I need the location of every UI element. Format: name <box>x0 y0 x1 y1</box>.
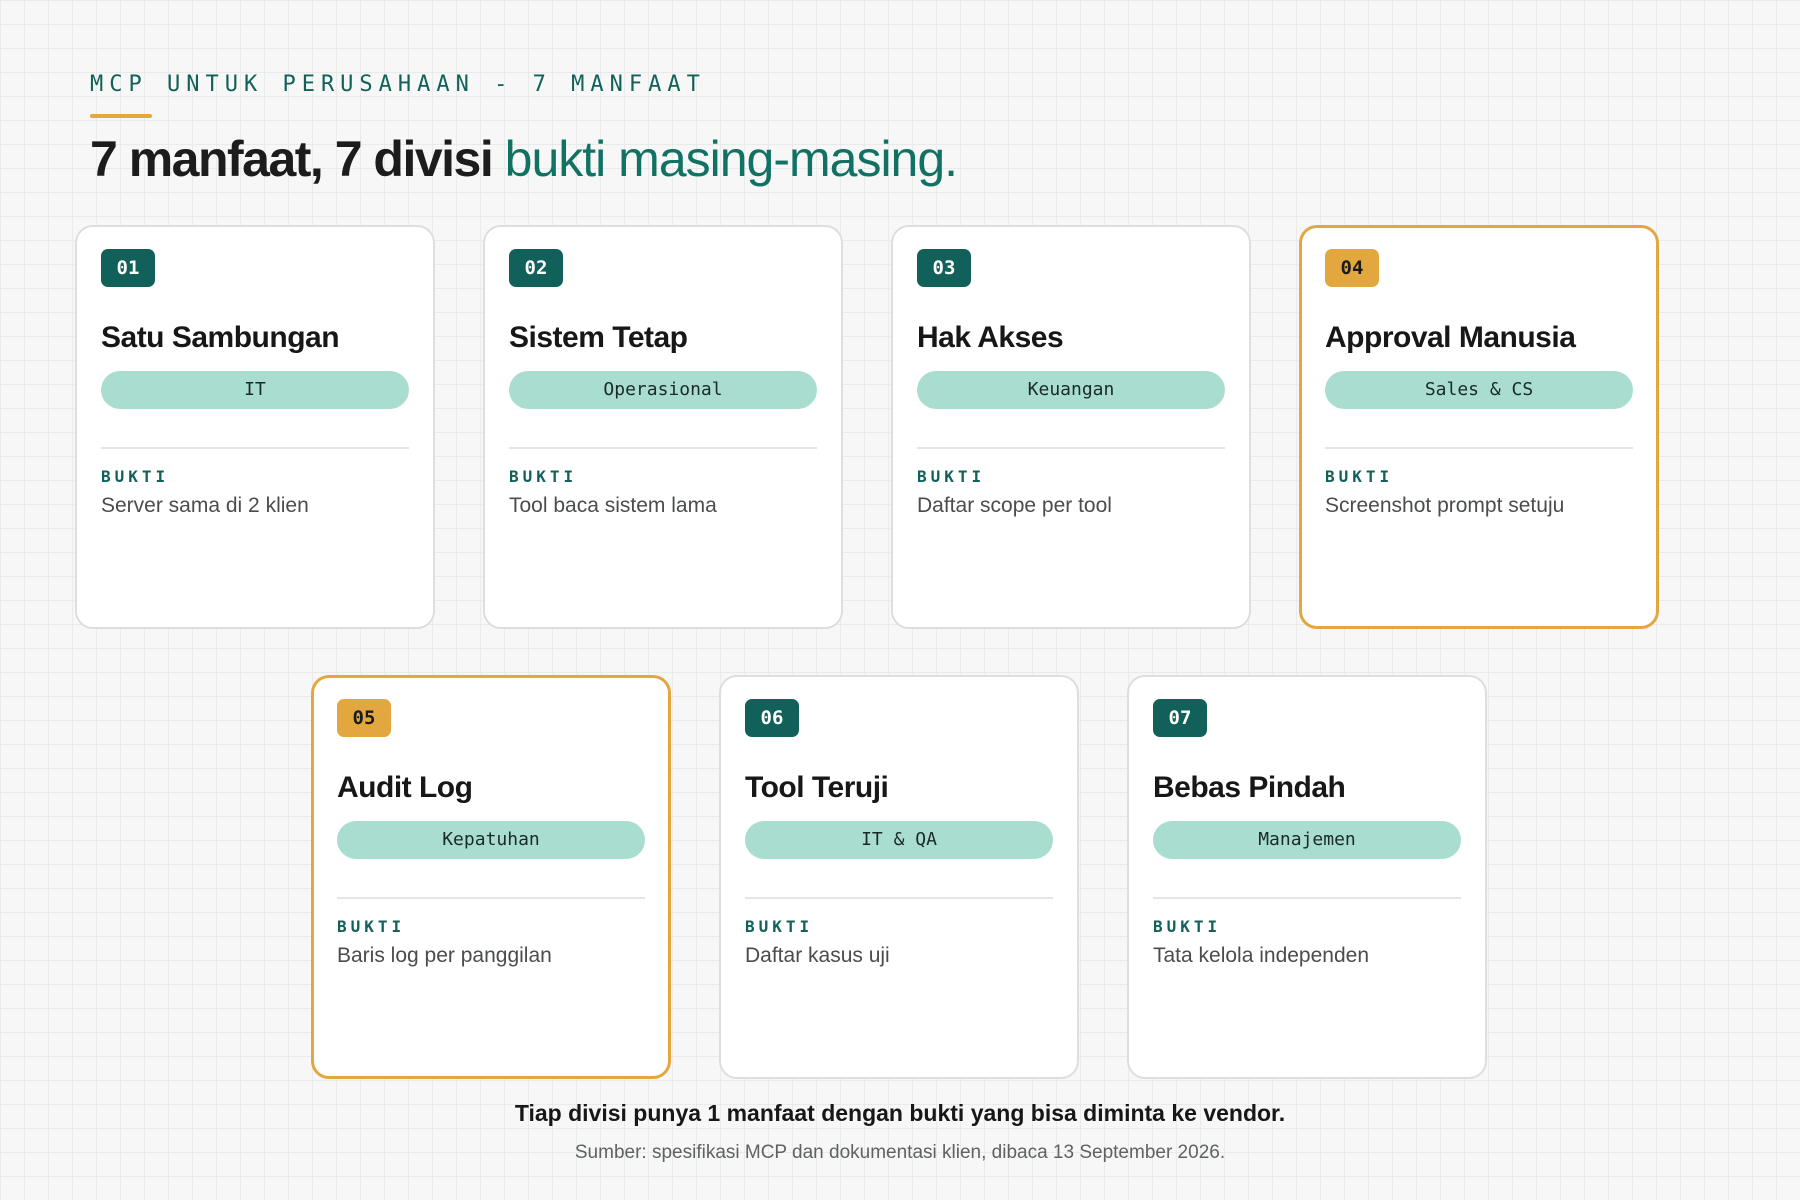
benefit-card-05: 05 Audit Log Kepatuhan BUKTI Baris log p… <box>311 675 671 1079</box>
proof-label: BUKTI <box>1325 467 1394 486</box>
cards-row-top: 01 Satu Sambungan IT BUKTI Server sama d… <box>75 225 1659 629</box>
card-title: Sistem Tetap <box>509 321 688 354</box>
card-divider <box>745 897 1053 899</box>
proof-text: Server sama di 2 klien <box>101 494 309 517</box>
card-number-badge: 03 <box>917 249 971 287</box>
benefit-card-06: 06 Tool Teruji IT & QA BUKTI Daftar kasu… <box>719 675 1079 1079</box>
proof-label: BUKTI <box>917 467 986 486</box>
proof-label: BUKTI <box>337 917 406 936</box>
proof-label: BUKTI <box>745 917 814 936</box>
proof-text: Screenshot prompt setuju <box>1325 494 1565 517</box>
footer-source: Sumber: spesifikasi MCP dan dokumentasi … <box>574 1142 1226 1163</box>
division-pill: IT & QA <box>745 821 1053 859</box>
card-title: Bebas Pindah <box>1153 771 1346 804</box>
footer-summary: Tiap divisi punya 1 manfaat dengan bukti… <box>514 1100 1286 1126</box>
card-number-badge: 04 <box>1325 249 1379 287</box>
card-divider <box>1153 897 1461 899</box>
card-number-badge: 07 <box>1153 699 1207 737</box>
card-number-badge: 02 <box>509 249 563 287</box>
proof-label: BUKTI <box>509 467 578 486</box>
card-divider <box>917 447 1225 449</box>
proof-label: BUKTI <box>1153 917 1222 936</box>
card-title: Hak Akses <box>917 321 1064 354</box>
card-title: Audit Log <box>337 771 473 804</box>
division-pill: Keuangan <box>917 371 1225 409</box>
card-divider <box>101 447 409 449</box>
division-pill: Kepatuhan <box>337 821 645 859</box>
division-pill: IT <box>101 371 409 409</box>
proof-text: Daftar scope per tool <box>917 494 1112 517</box>
division-pill: Manajemen <box>1153 821 1461 859</box>
section-eyebrow: MCP UNTUK PERUSAHAAN - 7 MANFAAT <box>90 72 706 97</box>
proof-text: Baris log per panggilan <box>337 944 552 967</box>
card-title: Satu Sambungan <box>101 321 340 354</box>
card-title: Tool Teruji <box>745 771 889 804</box>
proof-label: BUKTI <box>101 467 170 486</box>
benefit-card-02: 02 Sistem Tetap Operasional BUKTI Tool b… <box>483 225 843 629</box>
benefit-card-07: 07 Bebas Pindah Manajemen BUKTI Tata kel… <box>1127 675 1487 1079</box>
card-divider <box>509 447 817 449</box>
proof-text: Tool baca sistem lama <box>509 494 717 517</box>
card-number-badge: 05 <box>337 699 391 737</box>
card-divider <box>1325 447 1633 449</box>
proof-text: Tata kelola independen <box>1153 944 1370 967</box>
benefit-card-04: 04 Approval Manusia Sales & CS BUKTI Scr… <box>1299 225 1659 629</box>
page-title-accent: bukti masing-masing. <box>504 131 958 187</box>
eyebrow-underline <box>90 114 152 118</box>
page-title-main: 7 manfaat, 7 divisi <box>90 131 494 187</box>
division-pill: Sales & CS <box>1325 371 1633 409</box>
division-pill: Operasional <box>509 371 817 409</box>
card-number-badge: 06 <box>745 699 799 737</box>
card-number-badge: 01 <box>101 249 155 287</box>
benefit-card-01: 01 Satu Sambungan IT BUKTI Server sama d… <box>75 225 435 629</box>
card-divider <box>337 897 645 899</box>
page-title: 7 manfaat, 7 divisi bukti masing-masing. <box>90 130 958 188</box>
proof-text: Daftar kasus uji <box>745 944 890 967</box>
benefit-card-03: 03 Hak Akses Keuangan BUKTI Daftar scope… <box>891 225 1251 629</box>
card-title: Approval Manusia <box>1325 321 1576 354</box>
cards-row-bottom: 05 Audit Log Kepatuhan BUKTI Baris log p… <box>311 675 1487 1079</box>
